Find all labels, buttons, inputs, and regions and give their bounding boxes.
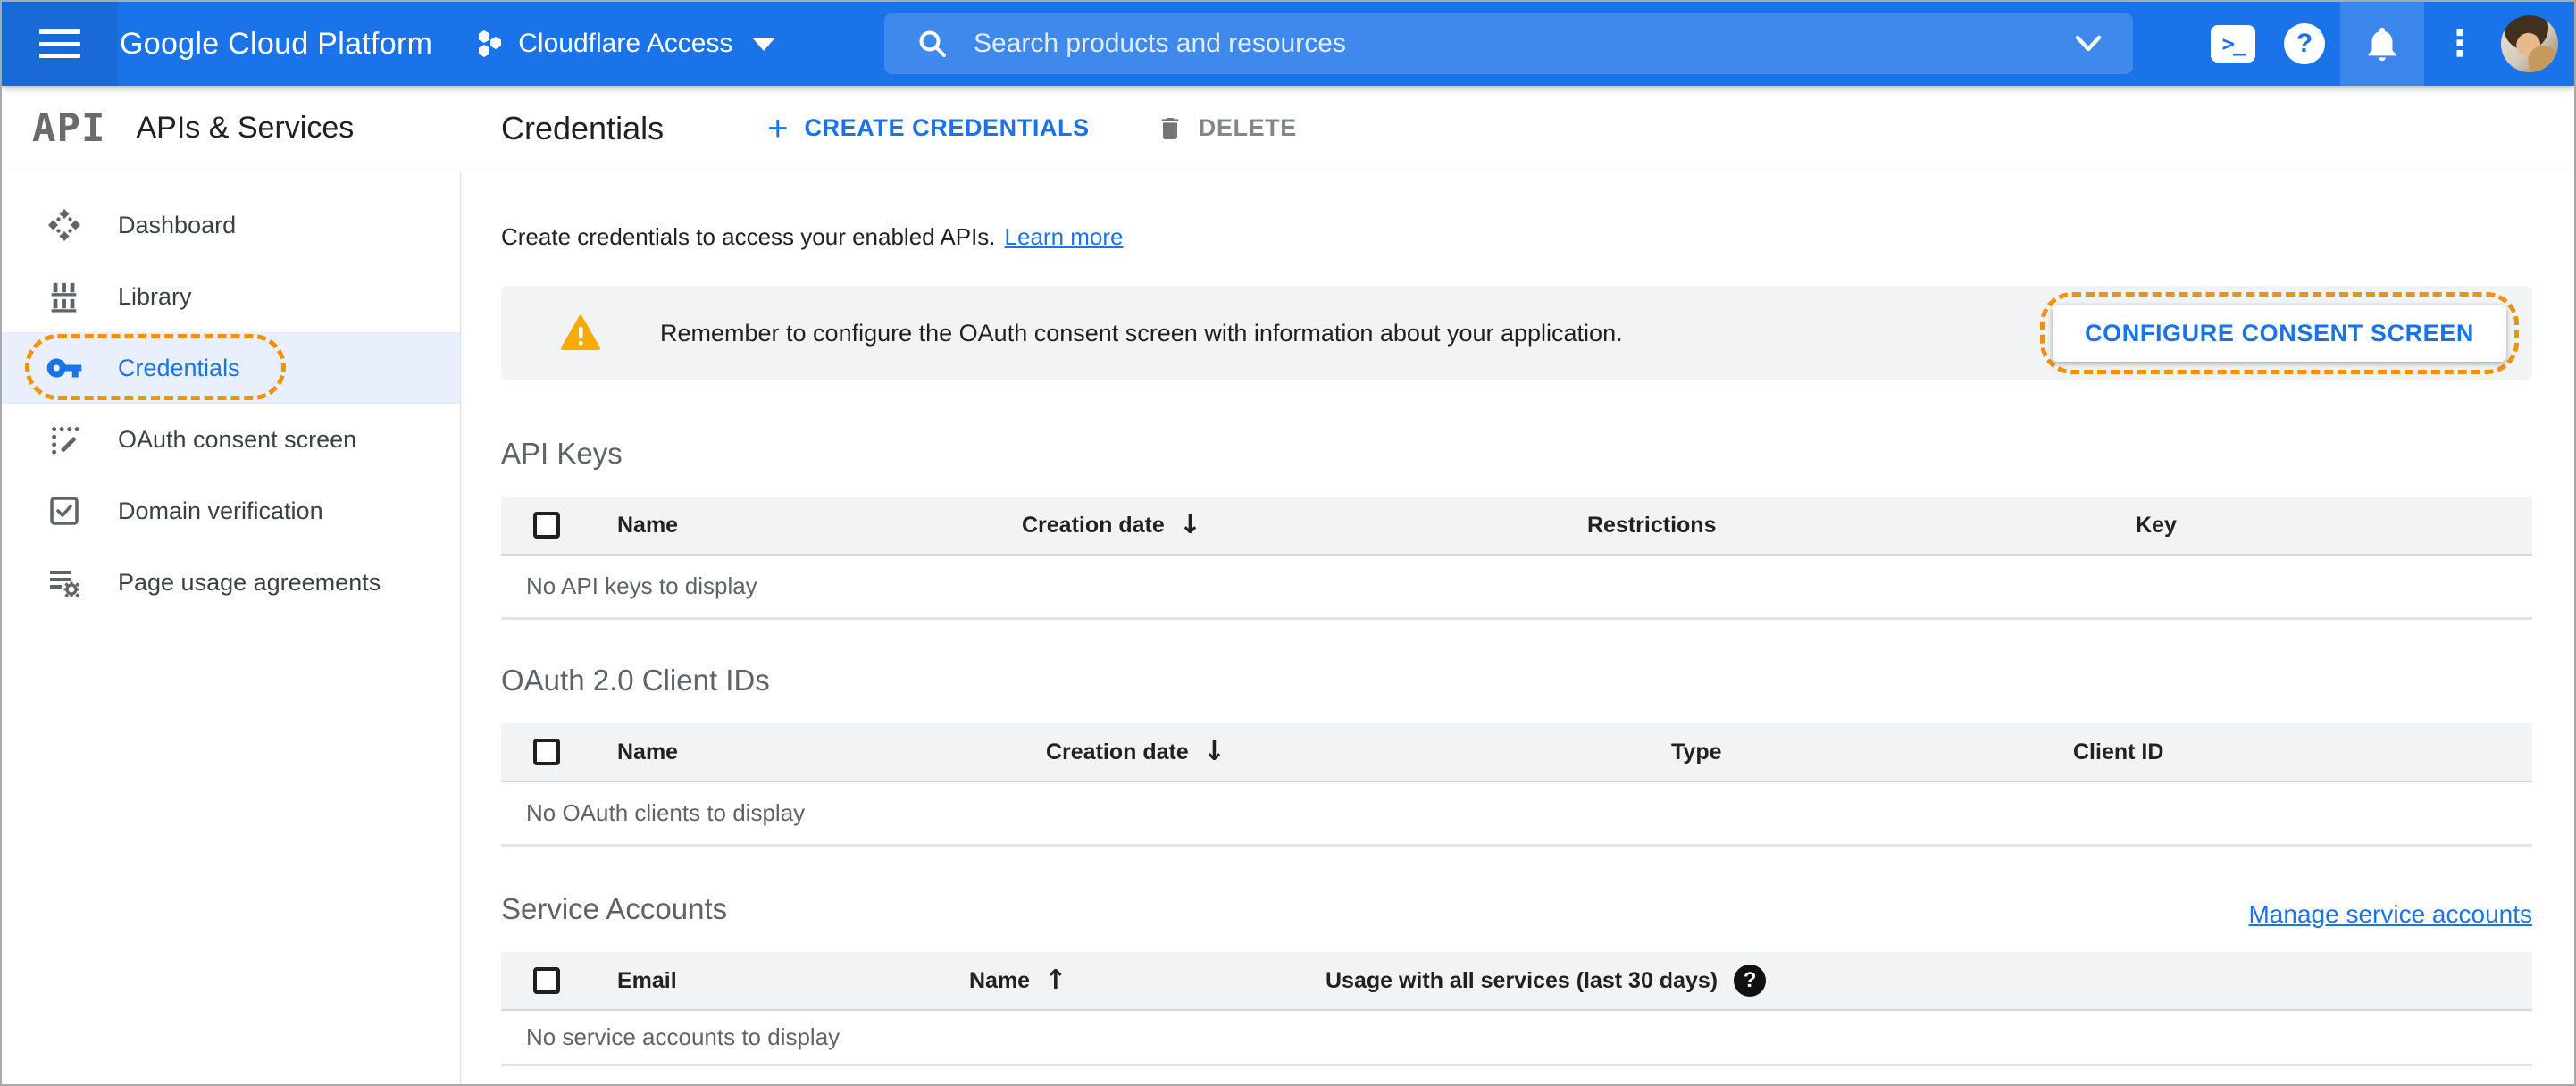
consent-screen-icon [45,420,84,459]
create-credentials-button[interactable]: + CREATE CREDENTIALS [767,111,1090,146]
sidebar-item-dashboard[interactable]: Dashboard [2,189,460,261]
sidebar-item-label: Credentials [118,354,240,381]
project-selector[interactable]: Cloudflare Access [473,29,776,59]
column-header-client-id: Client ID [2073,739,2164,764]
list-gear-icon [45,563,84,602]
service-header: API APIs & Services [2,105,461,151]
key-icon [45,348,84,388]
section-title-api-keys: API Keys [501,437,623,470]
sidebar-item-credentials[interactable]: Credentials [2,332,460,404]
bell-icon [2368,27,2396,62]
api-keys-empty-state: No API keys to display [501,556,2532,620]
page-toolbar: Credentials + CREATE CREDENTIALS DELETE [461,110,1297,147]
sidebar: Dashboard Library Credentials OAuth cons… [2,171,461,1084]
api-logo: API [32,105,106,151]
select-all-checkbox[interactable] [533,967,560,994]
select-all-checkbox[interactable] [533,512,560,539]
gcp-console: Google Cloud Platform Cloudflare Access … [0,0,2576,1086]
column-header-type: Type [1671,739,1722,764]
column-header-email: Email [617,967,677,993]
service-title[interactable]: APIs & Services [136,111,354,146]
column-header-creation-date[interactable]: Creation date ↓ [1022,512,1587,539]
plus-icon: + [767,108,789,148]
more-options-button[interactable]: ⋮ [2424,2,2496,86]
terminal-icon: >_ [2211,25,2255,63]
sidebar-item-label: Page usage agreements [118,568,381,596]
sort-desc-icon: ↓ [1202,736,1225,767]
configure-consent-screen-button[interactable]: CONFIGURE CONSENT SCREEN [2053,305,2506,362]
project-icon [479,30,502,57]
top-navigation-bar: Google Cloud Platform Cloudflare Access … [2,2,2574,86]
section-title-service-accounts: Service Accounts [501,892,728,925]
library-icon [45,277,84,316]
manage-service-accounts-link[interactable]: Manage service accounts [2248,900,2532,929]
learn-more-link[interactable]: Learn more [1005,223,1124,251]
column-header-name: Name [617,512,679,538]
sidebar-item-oauth-consent-screen[interactable]: OAuth consent screen [2,404,460,475]
column-header-name: Name [617,739,679,764]
sidebar-item-page-usage-agreements[interactable]: Page usage agreements [2,547,460,618]
intro-text: Create credentials to access your enable… [501,222,996,250]
column-header-key: Key [2136,512,2177,538]
help-button[interactable]: ? [2269,2,2340,86]
sidebar-item-domain-verification[interactable]: Domain verification [2,475,460,547]
usage-help-icon[interactable]: ? [1734,965,1767,997]
sidebar-item-label: Library [118,282,192,310]
search-icon [919,30,946,57]
hamburger-menu-icon[interactable] [39,29,80,58]
search-bar[interactable] [884,13,2133,74]
project-dropdown-icon [752,37,776,51]
app-header: API APIs & Services Credentials + CREATE… [2,86,2574,171]
dashboard-icon [45,205,84,245]
column-header-name[interactable]: Name ↑ [969,967,1326,994]
oauth-clients-empty-state: No OAuth clients to display [501,782,2532,847]
banner-message: Remember to configure the OAuth consent … [660,319,1623,347]
column-header-creation-date[interactable]: Creation date ↓ [1046,739,1671,765]
sidebar-item-label: Domain verification [118,497,323,524]
select-all-checkbox[interactable] [533,739,560,765]
column-header-usage: Usage with all services (last 30 days) ? [1326,965,2532,997]
search-expand-chevron-icon[interactable] [2070,32,2106,55]
product-logo[interactable]: Google Cloud Platform [120,27,432,62]
column-header-restrictions: Restrictions [1587,512,1717,538]
service-accounts-table-header: Email Name ↑ Usage with all services (la… [501,952,2532,1011]
section-title-oauth-clients: OAuth 2.0 Client IDs [501,664,770,697]
search-input[interactable] [972,28,2070,60]
sidebar-item-label: OAuth consent screen [118,425,357,453]
page-title: Credentials [501,109,665,146]
oauth-clients-table-header: Name Creation date ↓ Type Client ID [501,723,2532,782]
main-content: Create credentials to access your enable… [461,171,2574,1084]
sidebar-item-label: Dashboard [118,211,237,238]
menu-zone [2,2,118,86]
kebab-icon: ⋮ [2442,24,2478,63]
notifications-button[interactable] [2340,2,2424,86]
user-avatar[interactable] [2501,15,2558,72]
help-icon: ? [2284,23,2325,64]
consent-warning-banner: Remember to configure the OAuth consent … [501,286,2532,380]
topbar-actions: >_ ? ⋮ [2197,2,2571,86]
sidebar-item-library[interactable]: Library [2,261,460,332]
sort-asc-icon: ↑ [1044,965,1067,996]
cloud-shell-button[interactable]: >_ [2197,2,2269,86]
api-keys-table-header: Name Creation date ↓ Restrictions Key [501,497,2532,556]
service-accounts-empty-state: No service accounts to display [501,1011,2532,1066]
project-name: Cloudflare Access [518,29,733,58]
sort-desc-icon: ↓ [1178,509,1201,540]
delete-button[interactable]: DELETE [1156,113,1297,144]
checkbox-check-icon [45,491,84,530]
trash-icon [1156,113,1184,144]
warning-triangle-icon [560,314,601,352]
